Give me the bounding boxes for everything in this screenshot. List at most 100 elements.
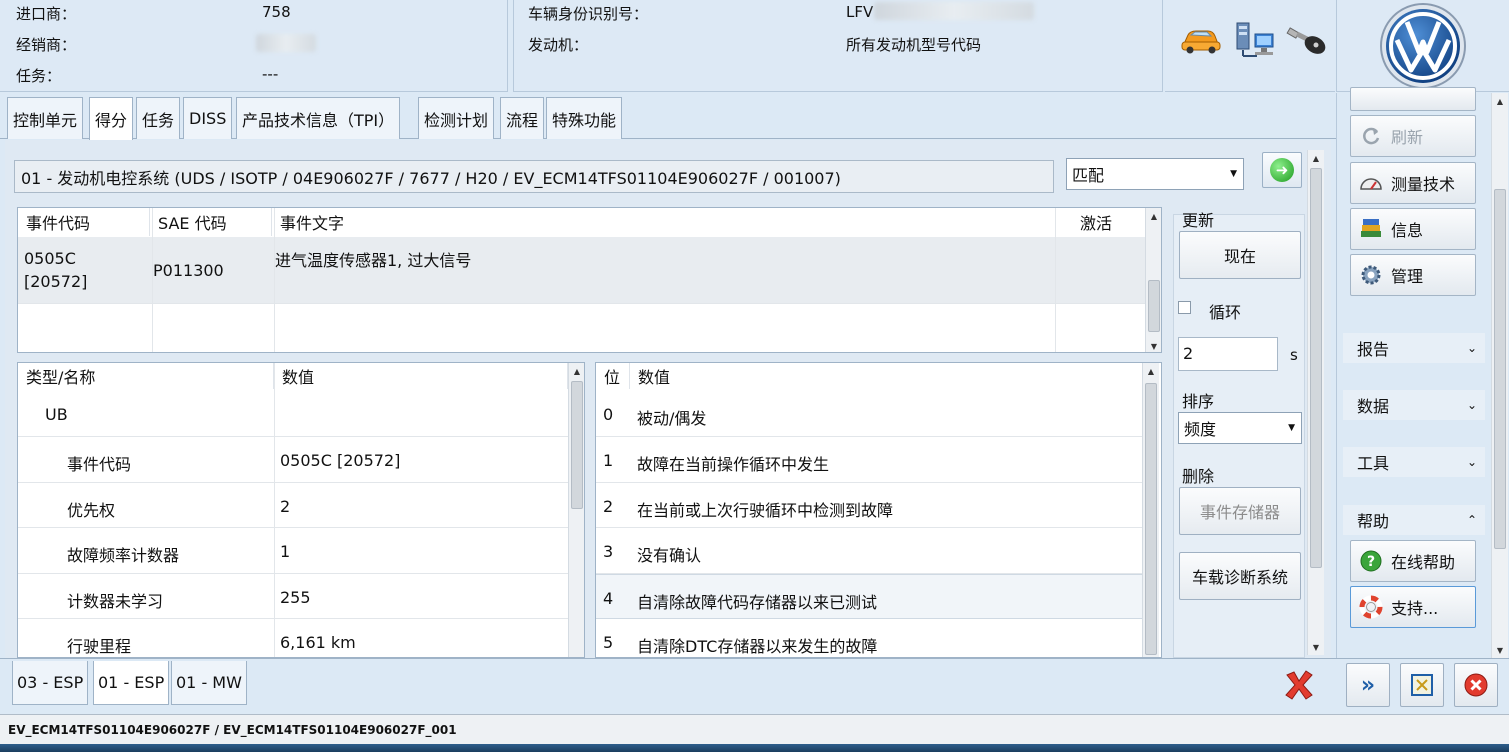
col-divider (152, 208, 153, 352)
sidebar-clipped-button[interactable] (1350, 87, 1476, 111)
bit-index: 2 (603, 497, 614, 516)
table-row[interactable]: 2 在当前或上次行驶循环中检测到故障 (596, 483, 1142, 528)
bit-index: 3 (603, 542, 614, 561)
table-row[interactable]: 故障频率计数器 1 (18, 528, 568, 573)
scroll-down-icon[interactable]: ▼ (1492, 642, 1508, 658)
scroll-up-icon[interactable]: ▲ (1308, 150, 1324, 166)
update-label: 更新 (1182, 211, 1215, 230)
interval-input[interactable]: 2 (1178, 337, 1278, 371)
mode-select[interactable]: 匹配 ▼ (1066, 158, 1244, 190)
table-row[interactable]: 事件代码 0505C [20572] (18, 437, 568, 482)
importer-label: 进口商： (16, 5, 77, 23)
ecu-tab-01-mw[interactable]: 01 - MW (171, 661, 247, 705)
scroll-up-icon[interactable]: ▲ (569, 363, 584, 379)
update-now-button[interactable]: 现在 (1179, 231, 1301, 279)
detail-value: 2 (280, 497, 291, 516)
frame-icon (1411, 674, 1433, 696)
table-row[interactable]: 优先权 2 (18, 483, 568, 528)
event-table-scrollbar[interactable]: ▲ ▼ (1145, 208, 1161, 352)
bit-index: 5 (603, 633, 614, 652)
os-taskbar (0, 744, 1509, 752)
event-code: 0505C (24, 249, 76, 268)
sort-select-value: 频度 (1184, 420, 1217, 439)
bit-value: 被动/偶发 (637, 409, 707, 428)
section-help[interactable]: 帮助 ⌃ (1343, 505, 1485, 535)
scroll-down-icon[interactable]: ▼ (1146, 338, 1161, 352)
bit-value: 在当前或上次行驶循环中检测到故障 (637, 501, 894, 520)
detail-table: 类型/名称 数值 UB 事件代码 0505C [20572] 优先权 2 故障频… (17, 362, 585, 658)
col-header-bit[interactable]: 位 (596, 363, 630, 389)
table-row[interactable]: 1 故障在当前操作循环中发生 (596, 437, 1142, 482)
col-header-event-code[interactable]: 事件代码 (18, 208, 150, 236)
sort-select[interactable]: 频度 ▼ (1178, 412, 1302, 444)
col-header-bit-value[interactable]: 数值 (630, 363, 1146, 389)
col-header-type-name[interactable]: 类型/名称 (18, 363, 274, 389)
col-header-sae-code[interactable]: SAE 代码 (150, 208, 272, 236)
bit-value: 故障在当前操作循环中发生 (637, 455, 830, 474)
table-row[interactable]: 3 没有确认 (596, 528, 1142, 573)
col-header-value[interactable]: 数值 (274, 363, 568, 389)
key-icon[interactable] (1285, 24, 1327, 58)
ecu-tab-01-esp[interactable]: 01 - ESP (93, 661, 170, 705)
bit-index: 0 (603, 405, 614, 424)
tab-flow[interactable]: 流程 (500, 97, 545, 139)
network-icon[interactable] (1235, 20, 1275, 60)
tab-task[interactable]: 任务 (136, 97, 181, 139)
support-button[interactable]: 支持... (1350, 586, 1476, 628)
tab-special-functions[interactable]: 特殊功能 (546, 97, 623, 139)
sidebar-scrollbar-thumb[interactable] (1494, 189, 1506, 549)
exit-button[interactable] (1454, 663, 1498, 707)
event-scrollbar-thumb[interactable] (1148, 280, 1160, 332)
table-row[interactable]: 0 被动/偶发 (596, 391, 1142, 436)
section-tools[interactable]: 工具 ⌄ (1343, 447, 1485, 477)
col-header-active[interactable]: 激活 (1056, 208, 1146, 236)
loop-checkbox[interactable] (1178, 301, 1191, 314)
screenshot-button[interactable] (1400, 663, 1444, 707)
scroll-up-icon[interactable]: ▲ (1146, 208, 1161, 224)
table-row[interactable]: UB (18, 391, 568, 436)
bit-value: 没有确认 (637, 546, 702, 565)
chevron-down-icon: ⌄ (1466, 398, 1477, 412)
ecu-tab-03-esp[interactable]: 03 - ESP (12, 661, 89, 705)
help-icon: ? (1359, 549, 1383, 573)
close-tab-icon[interactable] (1282, 668, 1316, 702)
table-row[interactable]: 计数器未学习 255 (18, 574, 568, 619)
section-data[interactable]: 数据 ⌄ (1343, 390, 1485, 420)
col-header-event-text[interactable]: 事件文字 (272, 208, 1056, 236)
tab-tpi[interactable]: 产品技术信息（TPI） (236, 97, 401, 139)
scroll-up-icon[interactable]: ▲ (1143, 363, 1159, 379)
detail-name: 事件代码 (67, 455, 132, 474)
tab-test-plan[interactable]: 检测计划 (418, 97, 495, 139)
data-label: 数据 (1357, 397, 1390, 416)
tab-control-unit[interactable]: 控制单元 (7, 97, 84, 139)
tab-score[interactable]: 得分 (89, 97, 134, 140)
scroll-down-icon[interactable]: ▼ (1308, 639, 1324, 655)
table-row[interactable]: 行驶里程 6,161 km (18, 619, 568, 657)
scroll-up-icon[interactable]: ▲ (1492, 93, 1508, 109)
table-row[interactable]: 5 自清除DTC存储器以来发生的故障 (596, 619, 1142, 657)
section-report[interactable]: 报告 ⌄ (1343, 333, 1485, 363)
sidebar-scrollbar[interactable]: ▲ ▼ (1491, 93, 1508, 658)
info-button[interactable]: 信息 (1350, 208, 1476, 250)
main-scrollbar-thumb[interactable] (1310, 168, 1322, 568)
table-row[interactable]: 0505C [20572] P011300 进气温度传感器1, 过大信号 (18, 237, 1145, 303)
event-memory-button[interactable]: 事件存储器 (1179, 487, 1301, 535)
refresh-button[interactable]: 刷新 (1350, 115, 1476, 157)
measure-button[interactable]: 测量技术 (1350, 162, 1476, 204)
go-button[interactable]: ➜ (1262, 152, 1302, 188)
manage-button[interactable]: 管理 (1350, 254, 1476, 296)
detail-scrollbar-thumb[interactable] (571, 381, 583, 509)
bits-scrollbar-thumb[interactable] (1145, 383, 1157, 655)
car-icon[interactable] (1180, 26, 1222, 54)
interval-unit: s (1290, 346, 1298, 364)
table-row[interactable]: 4 自清除故障代码存储器以来已测试 (596, 574, 1142, 619)
detail-table-scrollbar[interactable]: ▲ (568, 363, 584, 657)
online-help-button[interactable]: ? 在线帮助 (1350, 540, 1476, 582)
dropdown-arrow-icon: ▼ (1230, 169, 1237, 179)
bits-table-scrollbar[interactable]: ▲ (1142, 363, 1159, 657)
main-scrollbar[interactable]: ▲ ▼ (1307, 150, 1324, 655)
tab-diss[interactable]: DISS (183, 97, 233, 139)
report-label: 报告 (1357, 340, 1390, 359)
forward-button[interactable]: » (1346, 663, 1390, 707)
obd-button[interactable]: 车载诊断系统 (1179, 552, 1301, 600)
